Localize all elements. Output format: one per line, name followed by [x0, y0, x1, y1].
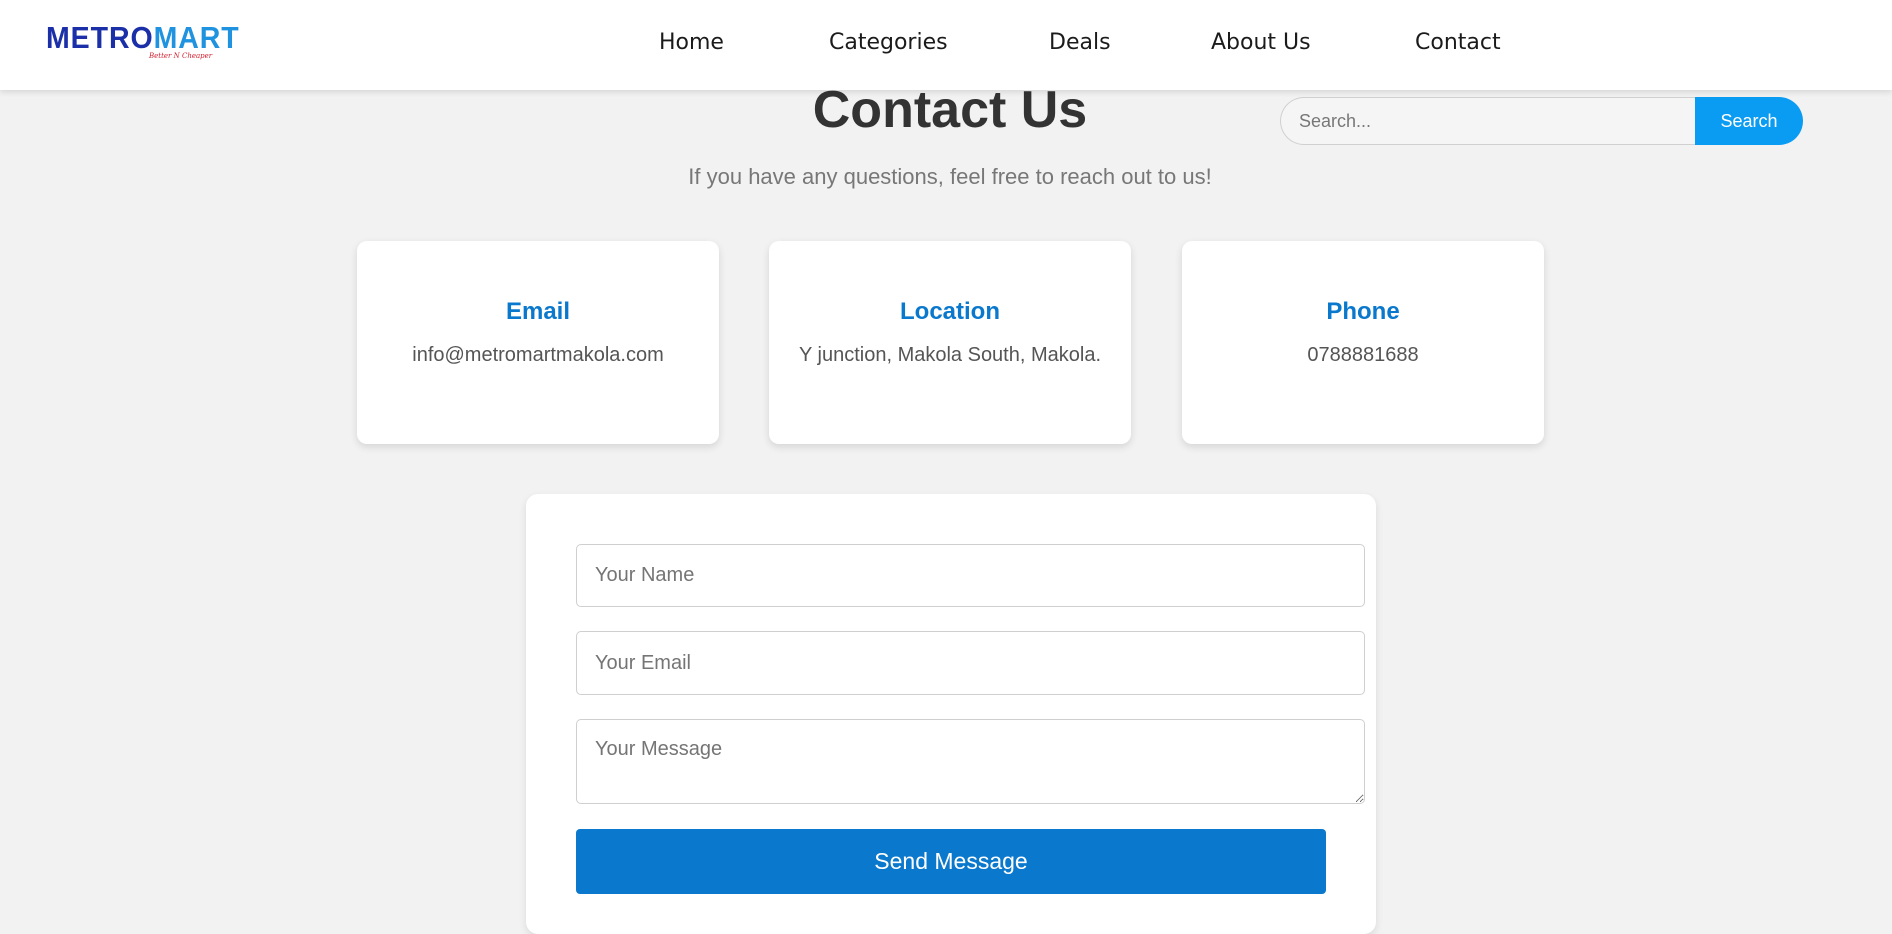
nav-about-us[interactable]: About Us — [1211, 28, 1311, 58]
contact-form: Send Message — [526, 494, 1376, 934]
nav-categories[interactable]: Categories — [829, 28, 948, 58]
email-field[interactable] — [576, 631, 1365, 695]
nav-contact[interactable]: Contact — [1415, 28, 1501, 58]
email-card-value: info@metromartmakola.com — [412, 344, 664, 366]
email-card: Email info@metromartmakola.com — [357, 241, 719, 444]
page-subtitle: If you have any questions, feel free to … — [688, 164, 1212, 189]
location-card-title: Location — [900, 298, 1000, 325]
name-field[interactable] — [576, 544, 1365, 607]
site-header: METROMART Better N Cheaper Home Categori… — [0, 0, 1892, 90]
search-bar: Search — [1280, 97, 1803, 145]
message-field[interactable] — [576, 719, 1365, 804]
phone-card: Phone 0788881688 — [1182, 241, 1544, 444]
send-message-button[interactable]: Send Message — [576, 829, 1326, 894]
email-card-title: Email — [505, 298, 571, 325]
search-input[interactable] — [1280, 97, 1696, 145]
nav-home[interactable]: Home — [659, 28, 724, 58]
phone-card-title: Phone — [1326, 298, 1400, 325]
search-button[interactable]: Search — [1695, 97, 1803, 145]
location-card-value: Y junction, Makola South, Makola. — [798, 344, 1102, 366]
main-nav: Home Categories Deals About Us Contact — [0, 0, 1892, 90]
phone-card-value: 0788881688 — [1307, 344, 1419, 366]
location-card: Location Y junction, Makola South, Makol… — [769, 241, 1131, 444]
nav-deals[interactable]: Deals — [1049, 28, 1111, 58]
